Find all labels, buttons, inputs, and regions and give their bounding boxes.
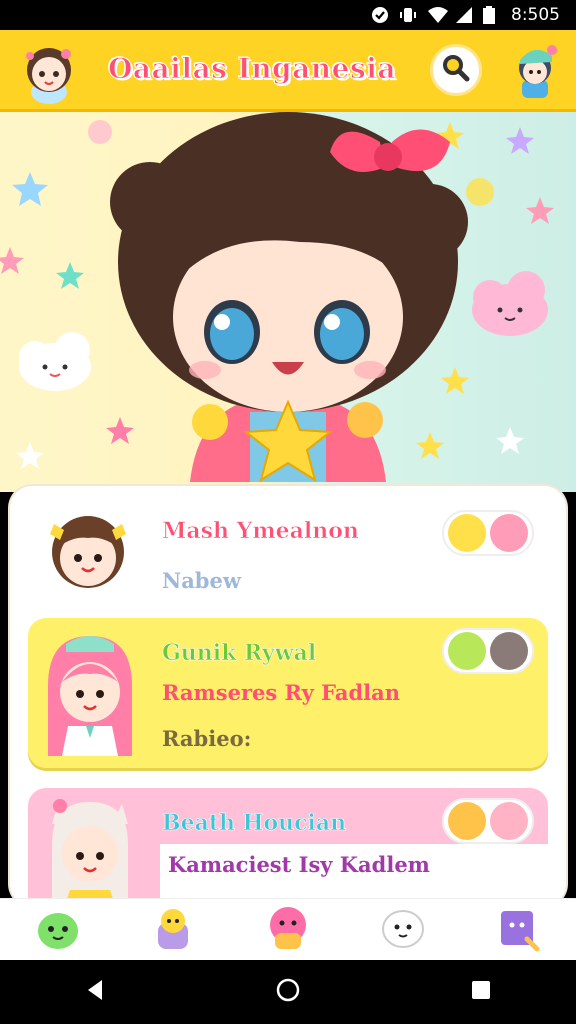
reaction-badges[interactable] [442, 798, 534, 844]
search-icon [441, 53, 471, 87]
smile-icon [448, 514, 486, 552]
tab-settings[interactable] [488, 902, 548, 958]
system-navigation [0, 960, 576, 1024]
back-icon[interactable] [84, 978, 106, 1006]
tab-home[interactable] [28, 902, 88, 958]
tab-chat[interactable] [373, 902, 433, 958]
location-icon [371, 6, 389, 24]
friends-list-panel: Mash Ymealnon Nabew Gunik Rywal Ramseres… [10, 486, 566, 906]
blush-icon [490, 514, 528, 552]
recents-icon[interactable] [470, 979, 492, 1005]
avatar [40, 502, 136, 602]
list-item[interactable]: Gunik Rywal Ramseres Ry Fadlan Rabieo: [28, 618, 548, 768]
item-name: Beath Houcian [162, 810, 347, 837]
hero-banner [0, 112, 576, 492]
green-mascot-icon [33, 903, 83, 957]
battery-icon [483, 6, 501, 24]
tab-friends[interactable] [143, 902, 203, 958]
item-subtitle: Kamaciest Isy Kadlem [168, 852, 430, 877]
wifi-icon [427, 6, 448, 24]
bottom-navigation [0, 898, 576, 961]
item-name: Mash Ymealnon [162, 518, 360, 545]
tab-create[interactable] [258, 902, 318, 958]
purple-mascot-icon [148, 903, 198, 957]
friend-avatar[interactable] [506, 42, 564, 102]
item-subtitle: Nabew [162, 568, 241, 593]
status-bar: 8:505 [0, 0, 576, 30]
avatar [38, 626, 142, 764]
ghost-mascot-icon [378, 903, 428, 957]
happy-icon [448, 632, 486, 670]
home-icon[interactable] [275, 977, 301, 1007]
cute-icon [490, 802, 528, 840]
item-detail: Rabieo: [162, 726, 252, 751]
pink-mascot-icon [263, 903, 313, 957]
search-button[interactable] [430, 44, 482, 96]
app-title: Oaailas Inganesia [108, 52, 397, 86]
item-name: Gunik Rywal [162, 640, 317, 667]
app-header: Oaailas Inganesia [0, 30, 576, 112]
profile-avatar[interactable] [14, 40, 84, 104]
reaction-badges[interactable] [442, 628, 534, 674]
list-item[interactable]: Mash Ymealnon Nabew [28, 496, 548, 608]
reaction-badges[interactable] [442, 510, 534, 556]
avatar [38, 794, 142, 906]
item-subtitle: Ramseres Ry Fadlan [162, 680, 401, 705]
status-time: 8:505 [511, 5, 560, 25]
cat-icon [490, 632, 528, 670]
laugh-icon [448, 802, 486, 840]
notebook-icon [493, 903, 543, 957]
cloud-left [19, 332, 91, 391]
list-item[interactable]: Beath Houcian Kamaciest Isy Kadlem [28, 788, 548, 906]
hero-character [110, 112, 468, 483]
signal-icon [455, 6, 473, 24]
cloud-right [472, 271, 548, 336]
vibrate-icon [399, 6, 417, 24]
